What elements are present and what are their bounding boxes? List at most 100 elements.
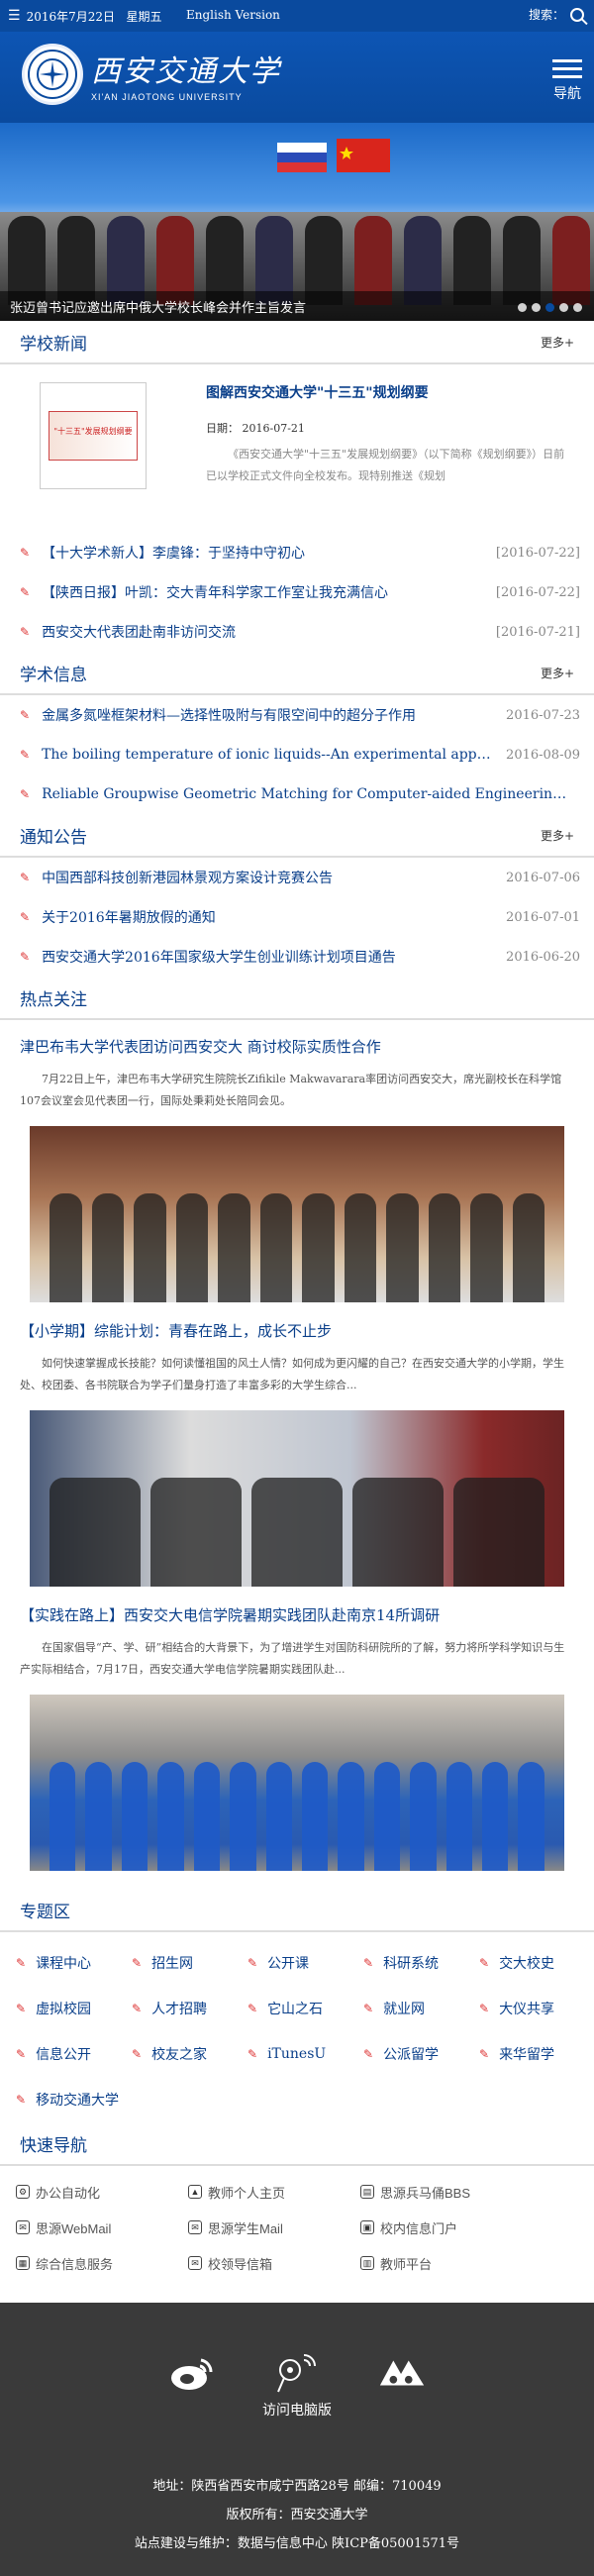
- menu-icon[interactable]: ☰: [8, 8, 21, 24]
- featured-summary: 《西安交通大学"十三五"发展规划纲要》（以下简称《规划纲要》）日前已以学校正式文…: [206, 448, 565, 482]
- search-area[interactable]: 搜索：: [529, 6, 584, 23]
- quick-link[interactable]: ▣ 校内信息门户: [360, 2210, 533, 2245]
- zone-link[interactable]: ✎ 校友之家: [128, 2031, 244, 2077]
- zone-link[interactable]: ✎ 虚拟校园: [12, 1986, 128, 2031]
- list-item[interactable]: ✎ The boiling temperature of ionic liquid…: [0, 735, 594, 774]
- weibo-icon[interactable]: [166, 2354, 218, 2394]
- pen-icon: ✎: [20, 546, 31, 560]
- footer: 访问电脑版 地址：陕西省西安市咸宁西路28号 邮编：710049 版权所有：西安…: [0, 2303, 594, 2576]
- section-title: 快速导航: [20, 2135, 87, 2156]
- zone-link[interactable]: ✎ 来华留学: [475, 2031, 591, 2077]
- banner-caption[interactable]: 张迈曾书记应邀出席中俄大学校长峰会并作主旨发言: [0, 291, 594, 321]
- zone-link[interactable]: ✎ 科研系统: [359, 1940, 475, 1986]
- hot-item-text: 如何快速掌握成长技能？如何读懂祖国的风土人情？如何成为更闪耀的自己？在西安交通大…: [20, 1357, 564, 1391]
- zone-link[interactable]: ✎ 大仪共享: [475, 1986, 591, 2031]
- featured-news[interactable]: "十三五"发展规划纲要 图解西安交通大学"十三五"规划纲要 日期： 2016-0…: [0, 364, 594, 533]
- hot-item-title[interactable]: 【小学期】综能计划：青春在路上，成长不止步: [20, 1320, 574, 1341]
- featured-title[interactable]: 图解西安交通大学"十三五"规划纲要: [206, 382, 574, 402]
- list-item[interactable]: ✎ 关于2016年暑期放假的通知 2016-07-01: [0, 897, 594, 937]
- more-link[interactable]: 更多+: [541, 334, 574, 351]
- quick-link[interactable]: ▥ 教师平台: [360, 2245, 533, 2281]
- nav-button[interactable]: 导航: [552, 59, 582, 103]
- slider-dots: [518, 303, 582, 312]
- page: ☰ 2016年7月22日 星期五 English Version 搜索： 西安交…: [0, 0, 594, 2576]
- desktop-version-link[interactable]: 访问电脑版: [0, 2400, 594, 2420]
- date-text: 2016年7月22日 星期五: [26, 9, 162, 24]
- quick-link[interactable]: ▲ 教师个人主页: [188, 2174, 360, 2210]
- search-icon[interactable]: [570, 7, 584, 22]
- slider-dot[interactable]: [518, 303, 527, 312]
- slider-dot[interactable]: [573, 303, 582, 312]
- list-item[interactable]: ✎ 西安交通大学2016年国家级大学生创业训练计划项目通告 2016-06-20: [0, 937, 594, 977]
- news-list: ✎ 【十大学术新人】李虞锋：于坚持中守初心 [2016-07-22] ✎ 【陕西日报】…: [0, 533, 594, 652]
- section-hot: 热点关注: [0, 977, 594, 1020]
- pen-icon: ✎: [363, 1956, 374, 1970]
- zone-link[interactable]: ✎ 它山之石: [244, 1986, 359, 2031]
- service-icon: ▦: [16, 2256, 30, 2270]
- more-link[interactable]: 更多+: [541, 827, 574, 844]
- zone-link[interactable]: ✎ 招生网: [128, 1940, 244, 1986]
- list-item[interactable]: ✎ 【陕西日报】叶凯：交大青年科学家工作室让我充满信心 [2016-07-22]: [0, 572, 594, 612]
- quick-link[interactable]: ✉ 思源WebMail: [16, 2210, 188, 2245]
- mail-icon: ✉: [16, 2220, 30, 2234]
- pen-icon: ✎: [479, 1956, 490, 1970]
- english-version-link[interactable]: English Version: [186, 8, 280, 22]
- quick-link[interactable]: ⚙ 办公自动化: [16, 2174, 188, 2210]
- list-item[interactable]: ✎ 【十大学术新人】李虞锋：于坚持中守初心 [2016-07-22]: [0, 533, 594, 572]
- slider-dot[interactable]: [559, 303, 568, 312]
- wechat-icon[interactable]: [376, 2354, 428, 2394]
- hot-item-title[interactable]: 津巴布韦大学代表团访问西安交大 商讨校际实质性合作: [20, 1036, 574, 1057]
- hot-item-photo[interactable]: [30, 1126, 564, 1302]
- hot-item-text: 在国家倡导“产、学、研”相结合的大背景下，为了增进学生对国防科研院所的了解，努力…: [20, 1641, 565, 1676]
- notice-list: ✎ 中国西部科技创新港园林景观方案设计竞赛公告 2016-07-06 ✎ 关于2016…: [0, 858, 594, 977]
- gear-icon: ⚙: [16, 2185, 30, 2199]
- section-school-news: 学校新闻 更多+: [0, 321, 594, 364]
- graduation-cap-icon: ▲: [188, 2185, 202, 2199]
- logo-english: XI'AN JIAOTONG UNIVERSITY: [91, 92, 243, 102]
- zone-link[interactable]: ✎ 课程中心: [12, 1940, 128, 1986]
- pen-icon: ✎: [20, 748, 31, 762]
- hot-item-photo[interactable]: [30, 1410, 564, 1587]
- pen-icon: ✎: [132, 2002, 143, 2015]
- section-title: 通知公告: [20, 827, 87, 848]
- pen-icon: ✎: [363, 2047, 374, 2061]
- pen-icon: ✎: [16, 1956, 27, 1970]
- zone-link[interactable]: ✎ 人才招聘: [128, 1986, 244, 2031]
- hot-item-text: 7月22日上午，津巴布韦大学研究生院院长Zifikile Makwavarara…: [20, 1073, 562, 1107]
- slider-dot-active[interactable]: [545, 303, 554, 312]
- quick-link[interactable]: ▦ 综合信息服务: [16, 2245, 188, 2281]
- mail-icon: ✉: [188, 2220, 202, 2234]
- pen-icon: ✎: [20, 625, 31, 639]
- list-item[interactable]: ✎ 西安交大代表团赴南非访问交流 [2016-07-21]: [0, 612, 594, 652]
- quick-link[interactable]: ✉ 校领导信箱: [188, 2245, 360, 2281]
- list-item[interactable]: ✎ Reliable Groupwise Geometric Matching f…: [0, 774, 594, 814]
- academic-list: ✎ 金属多氮唑框架材料—选择性吸附与有限空间中的超分子作用 2016-07-23 ✎…: [0, 695, 594, 814]
- featured-thumbnail[interactable]: "十三五"发展规划纲要: [40, 382, 147, 489]
- zone-link[interactable]: ✎ 移动交通大学: [12, 2077, 128, 2122]
- zone-link[interactable]: ✎ 就业网: [359, 1986, 475, 2031]
- list-item[interactable]: ✎ 中国西部科技创新港园林景观方案设计竞赛公告 2016-07-06: [0, 858, 594, 897]
- quick-link[interactable]: ▤ 思源兵马俑BBS: [360, 2174, 533, 2210]
- university-logo[interactable]: 西安交通大学 XI'AN JIAOTONG UNIVERSITY: [22, 44, 281, 105]
- zone-grid: ✎ 课程中心 ✎ 招生网 ✎ 公开课 ✎ 科研系统 ✎ 交大校史 ✎ 虚拟校园 ✎ 人才招聘 …: [0, 1932, 594, 2122]
- hot-item-title[interactable]: 【实践在路上】西安交大电信学院暑期实践团队赴南京14所调研: [20, 1604, 574, 1625]
- zone-link[interactable]: ✎ 公派留学: [359, 2031, 475, 2077]
- section-title: 热点关注: [20, 989, 87, 1010]
- quick-link[interactable]: ✉ 思源学生Mail: [188, 2210, 360, 2245]
- banner-slider[interactable]: 张迈曾书记应邀出席中俄大学校长峰会并作主旨发言: [0, 123, 594, 321]
- search-label: 搜索：: [528, 8, 564, 22]
- zone-link[interactable]: ✎ 公开课: [244, 1940, 359, 1986]
- campus-radio-icon[interactable]: [271, 2354, 323, 2394]
- slider-dot[interactable]: [532, 303, 541, 312]
- top-bar: ☰ 2016年7月22日 星期五 English Version 搜索：: [0, 0, 594, 32]
- quick-nav-grid: ⚙ 办公自动化 ▲ 教师个人主页 ▤ 思源兵马俑BBS ✉ 思源WebMail ✉ 思源学…: [0, 2166, 594, 2285]
- zone-link[interactable]: ✎ iTunesU: [244, 2031, 359, 2077]
- hot-item-photo[interactable]: [30, 1695, 564, 1871]
- platform-icon: ▥: [360, 2256, 374, 2270]
- pen-icon: ✎: [20, 871, 31, 884]
- more-link[interactable]: 更多+: [541, 665, 574, 681]
- zone-link[interactable]: ✎ 交大校史: [475, 1940, 591, 1986]
- list-item[interactable]: ✎ 金属多氮唑框架材料—选择性吸附与有限空间中的超分子作用 2016-07-23: [0, 695, 594, 735]
- footer-maintain: 站点建设与维护：数据与信息中心 陕ICP备05001571号: [134, 2536, 460, 2551]
- zone-link[interactable]: ✎ 信息公开: [12, 2031, 128, 2077]
